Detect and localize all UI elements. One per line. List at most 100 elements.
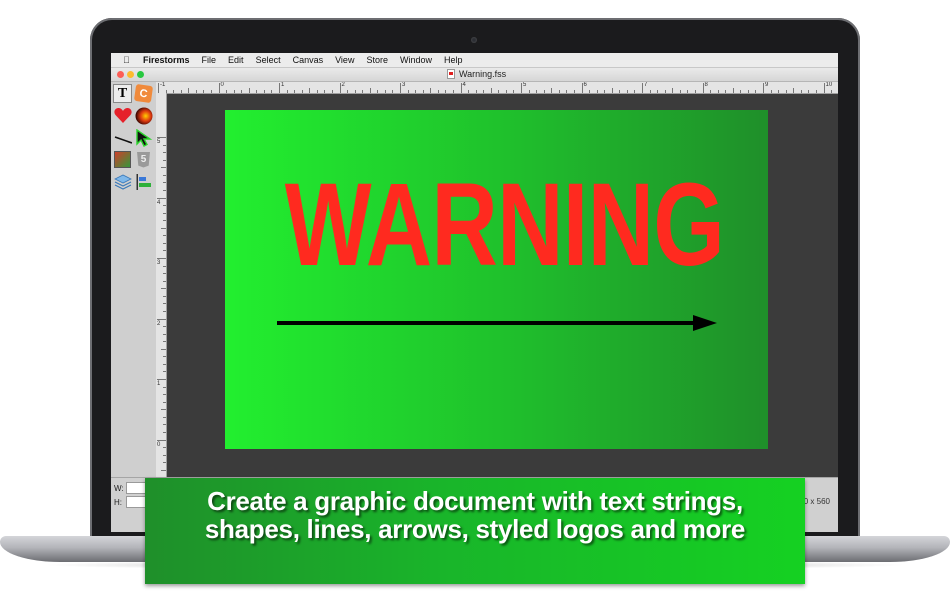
text-tool-button[interactable]: T (113, 84, 132, 103)
ruler-tick (611, 88, 613, 93)
ruler-tick (163, 295, 166, 297)
gradient-circle-button[interactable] (134, 106, 153, 125)
ruler-tick (543, 90, 545, 93)
ruler-tick (241, 90, 243, 93)
ruler-tick (649, 90, 651, 93)
ruler-label: 3 (402, 82, 406, 88)
ruler-tick (161, 288, 166, 290)
ruler-tick (163, 386, 166, 388)
menu-window[interactable]: Window (400, 55, 432, 65)
html5-icon: 5 (137, 151, 150, 168)
ruler-tick (157, 379, 166, 380)
ruler-vertical[interactable]: 5 4 3 2 1 0 (156, 93, 167, 477)
ruler-label: 6 (583, 82, 587, 88)
ruler-tick (163, 424, 166, 426)
ruler-tick (163, 265, 166, 267)
ruler-tick (248, 88, 250, 93)
menu-canvas[interactable]: Canvas (293, 55, 324, 65)
layers-tool-button[interactable] (113, 172, 132, 191)
ruler-horizontal[interactable]: -1 0 1 2 3 4 5 6 7 8 9 10 (156, 82, 838, 94)
ruler-tick (294, 90, 296, 93)
ruler-tick (642, 83, 643, 93)
ruler-tick (309, 88, 311, 93)
menu-view[interactable]: View (335, 55, 354, 65)
ruler-tick (157, 258, 166, 259)
ruler-tick (747, 90, 749, 93)
ruler-tick (657, 90, 659, 93)
ruler-tick (717, 90, 719, 93)
arrow-head[interactable] (693, 315, 717, 331)
ruler-tick (694, 90, 696, 93)
ruler-tick (558, 90, 560, 93)
ruler-tick (157, 439, 166, 441)
ruler-tick (430, 88, 432, 93)
ruler-tick (331, 90, 333, 93)
warning-text-object[interactable]: WARNING (285, 166, 725, 284)
ruler-tick (163, 220, 166, 222)
ruler-label: 1 (157, 381, 161, 387)
document-canvas[interactable]: WARNING (225, 110, 768, 449)
image-icon (114, 151, 131, 168)
image-tool-button[interactable] (113, 150, 132, 169)
ruler-tick (163, 242, 166, 244)
ruler-tick (475, 90, 477, 93)
close-window-button[interactable] (117, 71, 124, 78)
ruler-tick (163, 144, 166, 146)
ruler-tick (163, 371, 166, 373)
ruler-tick (163, 182, 166, 184)
ruler-tick (163, 280, 166, 282)
window-titlebar[interactable]: Warning.fss (111, 68, 838, 82)
ruler-tick (324, 90, 326, 93)
menu-select[interactable]: Select (256, 55, 281, 65)
arrow-pointer-icon (135, 128, 152, 147)
arrow-shaft[interactable] (277, 321, 697, 325)
logo-tool-button[interactable]: C (133, 83, 154, 104)
apple-icon[interactable]:  (123, 55, 135, 65)
ruler-tick (400, 83, 401, 93)
ruler-tick (468, 90, 470, 93)
ruler-tick (163, 250, 166, 252)
align-tool-button[interactable] (134, 172, 153, 191)
align-icon (136, 173, 151, 190)
heart-shape-button[interactable] (113, 106, 132, 125)
tool-palette: T C 5 (111, 82, 157, 477)
ruler-label: 5 (157, 139, 161, 145)
ruler-tick (157, 197, 166, 199)
ruler-tick (589, 90, 591, 93)
menu-edit[interactable]: Edit (228, 55, 244, 65)
zoom-window-button[interactable] (137, 71, 144, 78)
ruler-label: 4 (157, 199, 161, 206)
canvas-size-readout: 0 x 560 (803, 497, 830, 506)
document-title-text: Warning.fss (459, 69, 507, 79)
text-tool-icon: T (117, 85, 128, 101)
ruler-label: 9 (765, 82, 769, 88)
ruler-tick (163, 152, 166, 154)
ruler-tick (316, 90, 318, 93)
ruler-tick (566, 90, 568, 93)
ruler-tick (210, 90, 212, 93)
ruler-tick (163, 447, 166, 449)
ruler-tick (664, 90, 666, 93)
html-tool-button[interactable]: 5 (134, 150, 153, 169)
menu-app-name[interactable]: Firestorms (143, 55, 190, 65)
ruler-tick (163, 431, 166, 433)
selection-tool-button[interactable] (134, 128, 153, 147)
ruler-tick (256, 90, 258, 93)
ruler-tick (778, 90, 780, 93)
width-label: W: (114, 484, 124, 493)
caption-line-2: shapes, lines, arrows, styled logos and … (204, 514, 746, 544)
menu-help[interactable]: Help (444, 55, 463, 65)
height-label: H: (114, 498, 122, 507)
menu-file[interactable]: File (202, 55, 217, 65)
ruler-tick (163, 326, 166, 328)
canvas-workspace[interactable]: WARNING (167, 94, 838, 477)
minimize-window-button[interactable] (127, 71, 134, 78)
ruler-tick (163, 174, 166, 176)
ruler-tick (158, 83, 159, 93)
ruler-tick (263, 90, 265, 93)
menu-store[interactable]: Store (366, 55, 388, 65)
ruler-tick (163, 462, 166, 464)
ruler-tick (347, 90, 349, 93)
line-tool-button[interactable] (113, 128, 132, 147)
ruler-tick (163, 401, 166, 403)
